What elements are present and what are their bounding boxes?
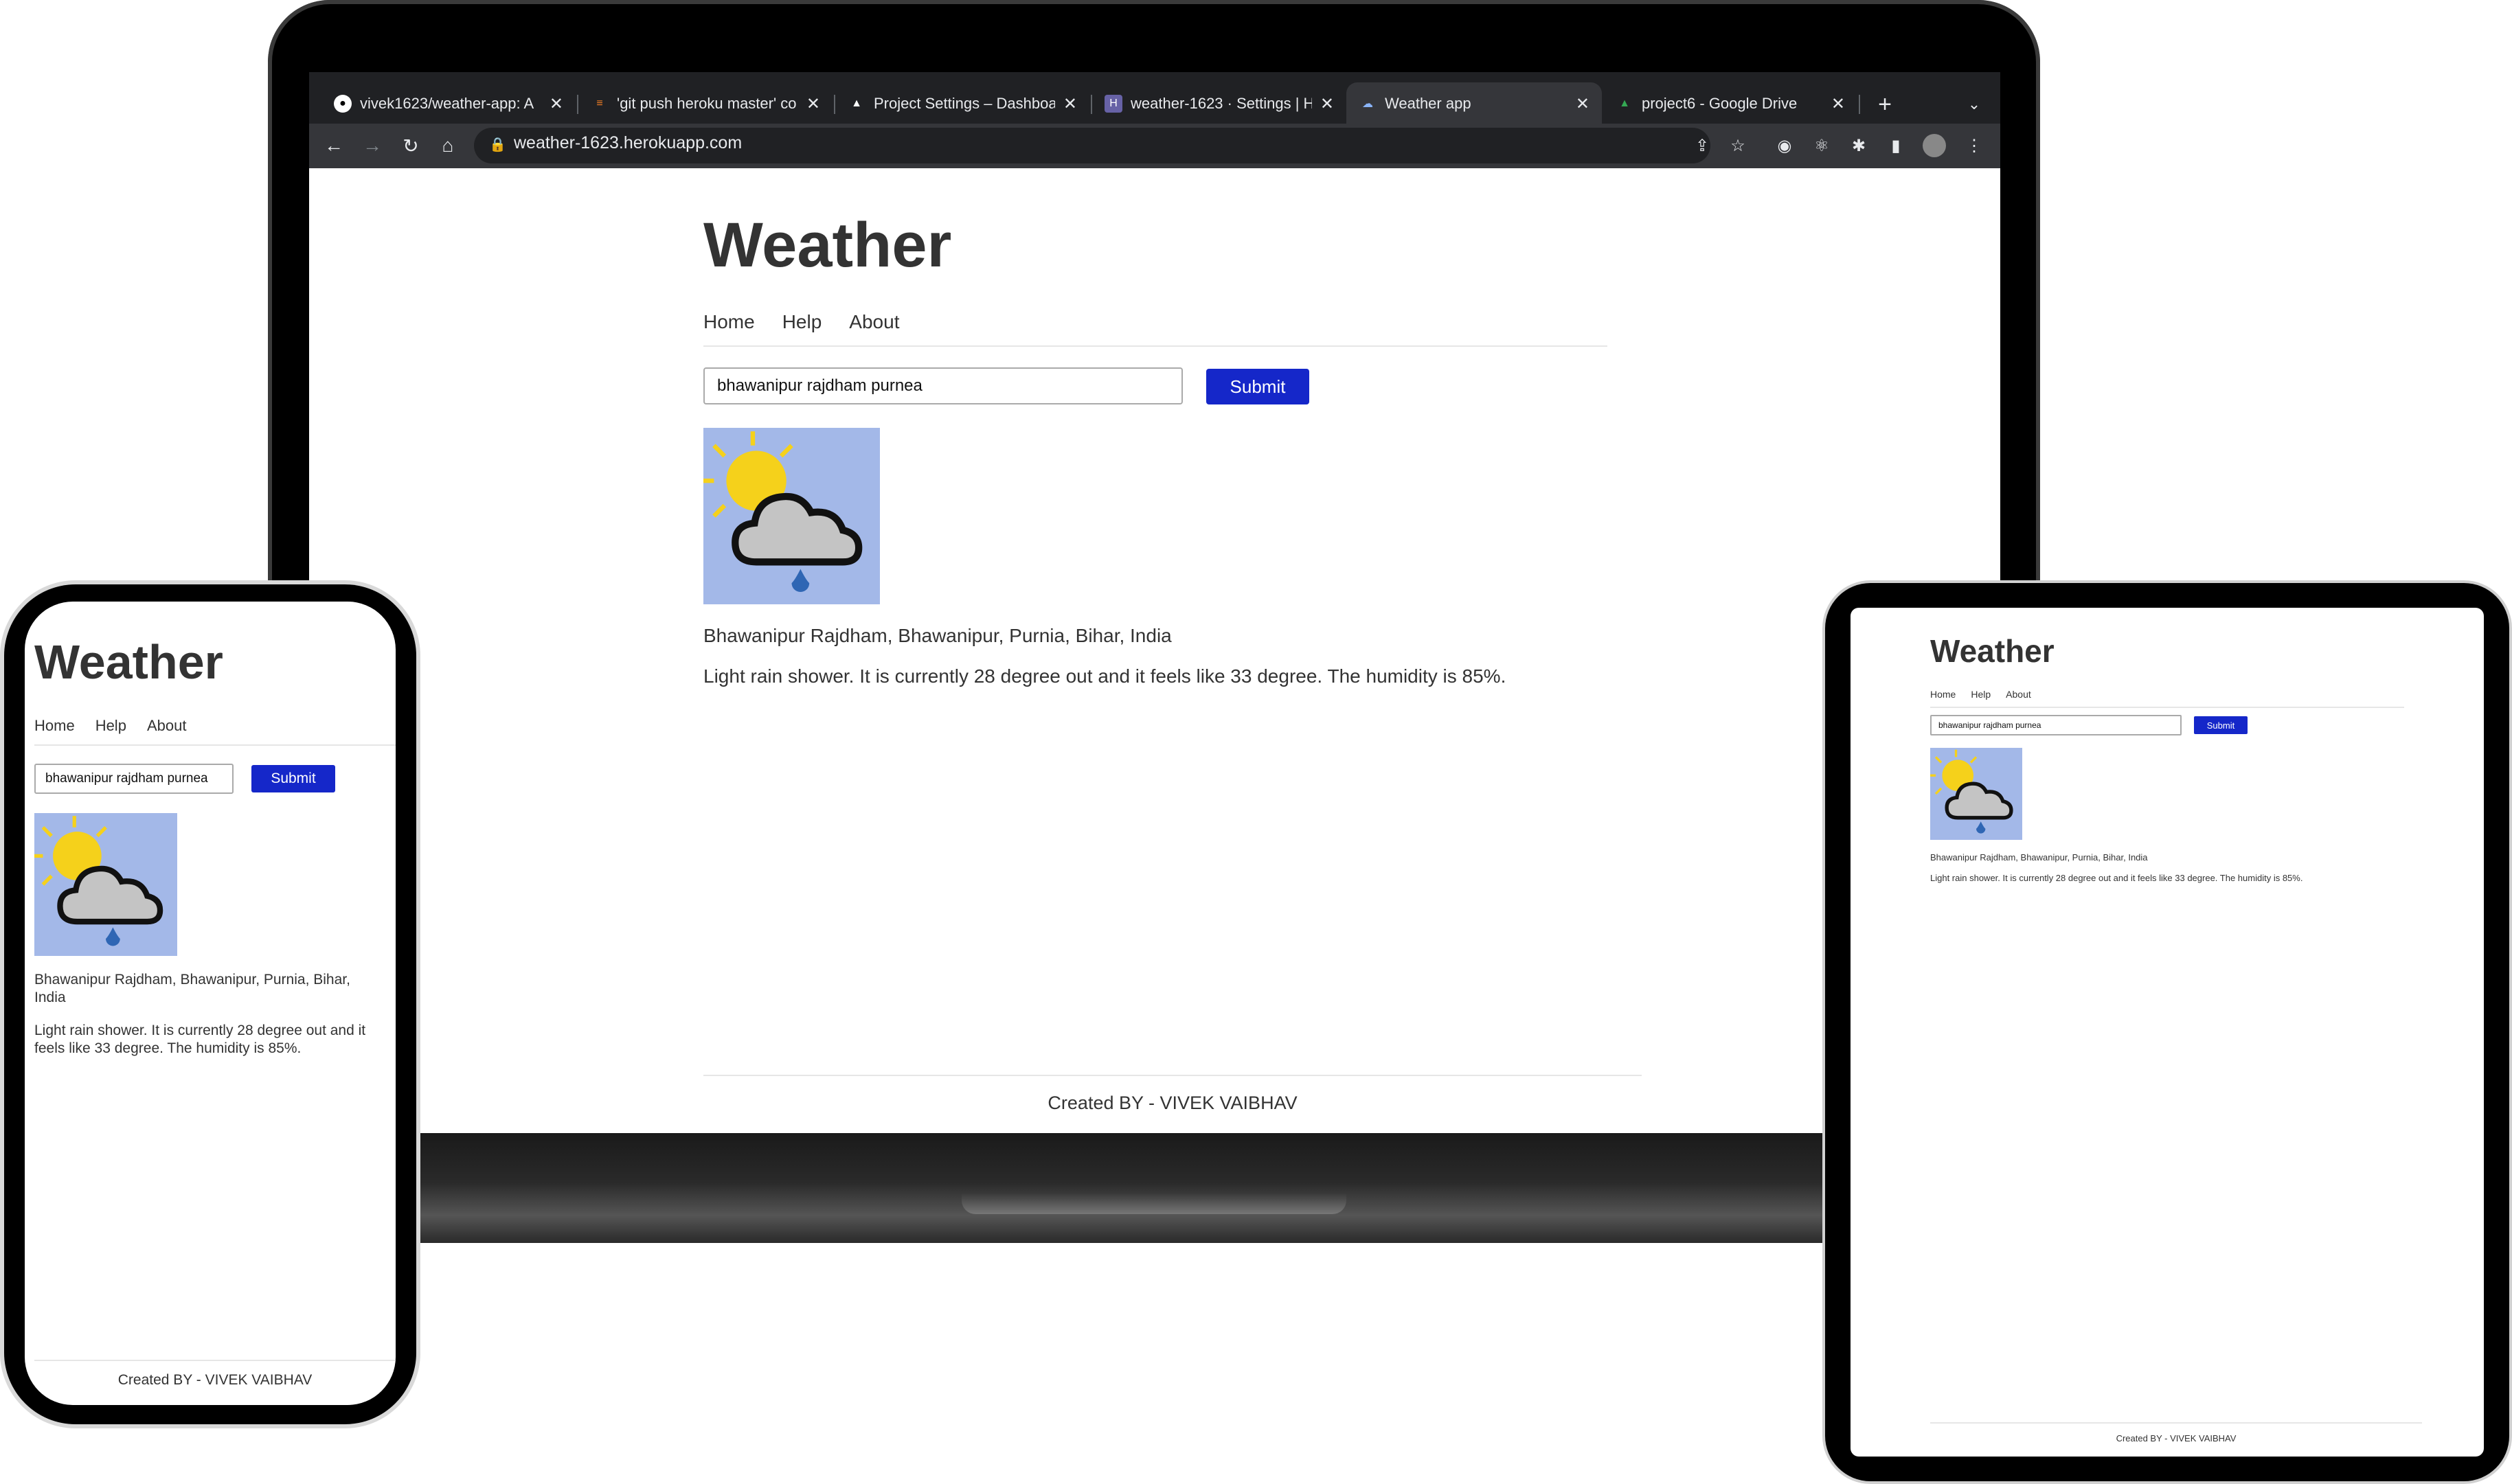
vercel-icon: ▲ [851,98,862,109]
location-search-input[interactable] [34,764,234,794]
tab-search-icon[interactable]: ⌄ [1959,89,1989,119]
tab-title: Project Settings – Dashboa [874,95,1055,112]
forecast-text: Light rain shower. It is currently 28 de… [34,1023,366,1056]
lock-icon[interactable]: 🔒 [489,136,506,153]
location-search-input[interactable] [1930,715,2182,735]
close-icon[interactable]: ✕ [550,94,563,114]
react-devtools-icon[interactable]: ⚛ [1809,133,1834,158]
home-icon[interactable]: ⌂ [433,130,463,161]
browser-tab[interactable]: H weather-1623 · Settings | H ✕ [1092,82,1346,125]
google-drive-icon: ▲ [1619,98,1630,109]
nav-home[interactable]: Home [34,717,75,744]
footer: Created BY - VIVEK VAIBHAV [34,1360,396,1389]
location-text: Bhawanipur Rajdham, Bhawanipur, Purnia, … [703,625,1172,646]
laptop-base [419,1133,1824,1243]
back-icon[interactable]: ← [319,130,349,161]
sun-cloud-rain-icon [703,428,880,604]
stackoverflow-icon: ≡ [596,98,603,109]
footer: Created BY - VIVEK VAIBHAV [703,1075,1642,1114]
phone-webpage: Weather Home Help About Submit Bhawanipu… [25,602,396,1405]
tab-title: vivek1623/weather-app: A [360,95,534,112]
forward-icon[interactable]: → [357,130,387,161]
nav-about[interactable]: About [147,717,187,744]
laptop-webpage: Weather Home Help About Submit Bhawanipu… [309,168,2000,1133]
laptop-notch [962,1194,1346,1214]
bookmark-star-icon[interactable]: ☆ [1725,133,1750,158]
close-icon[interactable]: ✕ [1831,94,1845,114]
new-tab-icon[interactable]: + [1870,89,1900,119]
page-title: Weather [703,210,952,280]
nav-help[interactable]: Help [95,717,126,744]
profile-avatar[interactable] [1922,133,1947,158]
tab-title: Weather app [1385,95,1471,112]
nav-about[interactable]: About [2006,689,2031,707]
browser-tab[interactable]: ▲ Project Settings – Dashboa ✕ [835,82,1089,125]
menu-icon[interactable]: ⋮ [1962,133,1987,158]
location-text: Bhawanipur Rajdham, Bhawanipur, Purnia, … [1930,852,2148,863]
close-icon[interactable]: ✕ [1576,94,1589,114]
share-icon[interactable]: ⇪ [1690,133,1715,158]
browser-tab[interactable]: ▲ project6 - Google Drive ✕ [1603,82,1857,125]
browser-tab-active[interactable]: ☁ Weather app ✕ [1346,82,1602,125]
tab-title: weather-1623 · Settings | H [1131,95,1312,112]
location-text: Bhawanipur Rajdham, Bhawanipur, Purnia, … [34,972,350,1005]
forecast-text: Light rain shower. It is currently 28 de… [703,665,1506,687]
submit-button[interactable]: Submit [2194,716,2248,734]
page-title: Weather [34,635,223,689]
footer: Created BY - VIVEK VAIBHAV [1930,1422,2422,1443]
puzzle-icon[interactable]: ✱ [1846,133,1871,158]
nav-help[interactable]: Help [782,311,822,345]
close-icon[interactable]: ✕ [1063,94,1077,114]
url-text[interactable]: weather-1623.herokuapp.com [514,133,742,153]
location-search-input[interactable] [703,367,1183,404]
forecast-text: Light rain shower. It is currently 28 de… [1930,873,2303,883]
main-nav: Home Help About [34,717,396,746]
heroku-icon: H [1105,95,1122,113]
close-icon[interactable]: ✕ [1320,94,1334,114]
nav-about[interactable]: About [849,311,899,345]
nav-help[interactable]: Help [1971,689,1991,707]
side-panel-icon[interactable]: ▮ [1883,133,1908,158]
tab-title: project6 - Google Drive [1642,95,1798,112]
browser-tab[interactable]: ≡ 'git push heroku master' co ✕ [578,82,833,125]
submit-button[interactable]: Submit [1206,369,1309,404]
github-icon: ● [334,95,352,113]
tablet-webpage: Weather Home Help About Submit Bhawanipu… [1851,608,2484,1457]
sun-cloud-rain-icon [34,813,177,956]
extension-icon[interactable]: ◉ [1772,133,1797,158]
page-title: Weather [1930,633,2055,669]
reload-icon[interactable]: ↻ [396,130,426,161]
weather-icon: ☁ [1362,98,1373,110]
nav-home[interactable]: Home [1930,689,1956,707]
main-nav: Home Help About [1930,689,2404,708]
main-nav: Home Help About [703,311,1607,347]
submit-button[interactable]: Submit [251,765,335,792]
tab-separator [1859,95,1860,114]
sun-cloud-rain-icon [1930,748,2022,840]
nav-home[interactable]: Home [703,311,755,345]
tab-title: 'git push heroku master' co [617,95,797,112]
close-icon[interactable]: ✕ [806,94,820,114]
browser-tab[interactable]: ● vivek1623/weather-app: A ✕ [321,82,576,125]
